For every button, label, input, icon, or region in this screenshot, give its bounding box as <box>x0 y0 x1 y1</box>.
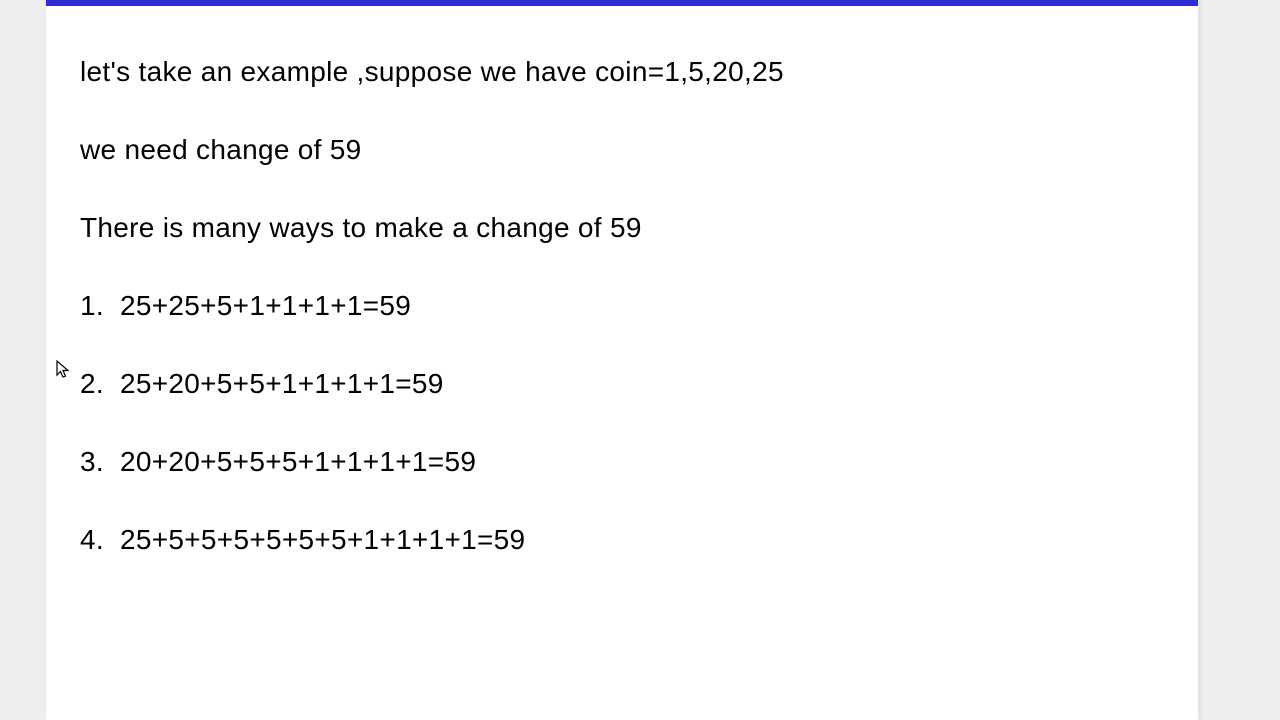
list-expression: 25+5+5+5+5+5+5+1+1+1+1=59 <box>120 524 525 556</box>
slide: let's take an example ,suppose we have c… <box>46 0 1198 720</box>
list-number: 2. <box>80 368 106 400</box>
slide-content: let's take an example ,suppose we have c… <box>46 6 1198 556</box>
list-number: 1. <box>80 290 106 322</box>
list-number: 4. <box>80 524 106 556</box>
list-expression: 25+25+5+1+1+1+1=59 <box>120 290 411 322</box>
list-item: 4. 25+5+5+5+5+5+5+1+1+1+1=59 <box>80 524 1164 556</box>
list-expression: 20+20+5+5+5+1+1+1+1=59 <box>120 446 476 478</box>
list-expression: 25+20+5+5+1+1+1+1=59 <box>120 368 444 400</box>
list-number: 3. <box>80 446 106 478</box>
intro-line-1: let's take an example ,suppose we have c… <box>80 56 1164 88</box>
list-item: 3. 20+20+5+5+5+1+1+1+1=59 <box>80 446 1164 478</box>
list-item: 2. 25+20+5+5+1+1+1+1=59 <box>80 368 1164 400</box>
list-item: 1. 25+25+5+1+1+1+1=59 <box>80 290 1164 322</box>
intro-line-3: There is many ways to make a change of 5… <box>80 212 1164 244</box>
intro-line-2: we need change of 59 <box>80 134 1164 166</box>
